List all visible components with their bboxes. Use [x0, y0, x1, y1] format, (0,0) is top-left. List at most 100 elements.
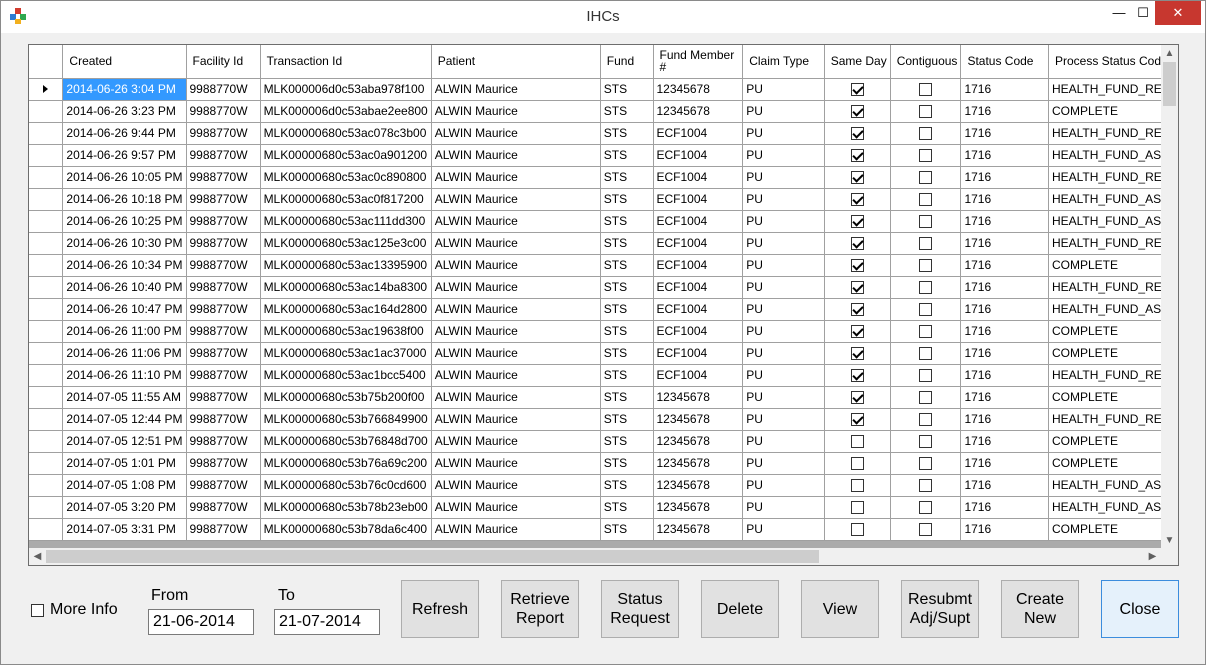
cell-process-status-code[interactable]: HEALTH_FUND_ASS [1048, 298, 1178, 321]
cell-same-day[interactable] [824, 342, 891, 365]
same-day-checkbox[interactable] [850, 501, 864, 515]
contiguous-checkbox[interactable] [919, 215, 933, 229]
cell-patient[interactable]: ALWIN Maurice [431, 518, 601, 541]
cell-contiguous[interactable] [890, 276, 962, 299]
cell-same-day[interactable] [824, 408, 891, 431]
contiguous-checkbox[interactable] [919, 281, 933, 295]
contiguous-checkbox[interactable] [919, 83, 933, 97]
same-day-checkbox[interactable] [850, 281, 864, 295]
cell-created[interactable]: 2014-06-26 10:25 PM [62, 210, 187, 233]
contiguous-checkbox[interactable] [919, 501, 933, 515]
same-day-checkbox[interactable] [850, 237, 864, 251]
more-info-checkbox-box[interactable] [31, 603, 44, 617]
cell-patient[interactable]: ALWIN Maurice [431, 144, 601, 167]
cell-status-code[interactable]: 1716 [960, 144, 1049, 167]
resubmit-adj-supt-button[interactable]: Resubmt Adj/Supt [901, 580, 979, 638]
row-header[interactable] [29, 276, 64, 299]
cell-patient[interactable]: ALWIN Maurice [431, 232, 601, 255]
column-header-fund[interactable]: Fund [600, 45, 654, 79]
column-header-facility-id[interactable]: Facility Id [186, 45, 261, 79]
cell-facility-id[interactable]: 9988770W [186, 364, 261, 387]
cell-fund-member[interactable]: 12345678 [653, 408, 744, 431]
cell-contiguous[interactable] [890, 452, 962, 475]
more-info-checkbox[interactable]: More Info [31, 601, 118, 619]
cell-fund-member[interactable]: ECF1004 [653, 342, 744, 365]
table-row[interactable]: 2014-06-26 11:00 PM 9988770W MLK00000680c5… [29, 320, 1178, 343]
cell-claim-type[interactable]: PU [742, 298, 825, 321]
cell-contiguous[interactable] [890, 232, 962, 255]
contiguous-checkbox[interactable] [919, 523, 933, 537]
cell-fund[interactable]: STS [600, 254, 654, 277]
cell-patient[interactable]: ALWIN Maurice [431, 166, 601, 189]
create-new-button[interactable]: Create New [1001, 580, 1079, 638]
cell-fund-member[interactable]: ECF1004 [653, 188, 744, 211]
cell-fund-member[interactable]: ECF1004 [653, 298, 744, 321]
cell-contiguous[interactable] [890, 386, 962, 409]
cell-same-day[interactable] [824, 452, 891, 475]
same-day-checkbox[interactable] [850, 325, 864, 339]
cell-created[interactable]: 2014-06-26 3:04 PM [62, 78, 187, 101]
cell-facility-id[interactable]: 9988770W [186, 496, 261, 519]
cell-same-day[interactable] [824, 276, 891, 299]
cell-fund[interactable]: STS [600, 452, 654, 475]
cell-patient[interactable]: ALWIN Maurice [431, 100, 601, 123]
horizontal-scroll-thumb[interactable] [46, 550, 819, 563]
contiguous-checkbox[interactable] [919, 171, 933, 185]
cell-fund[interactable]: STS [600, 518, 654, 541]
row-header[interactable] [29, 100, 64, 123]
cell-process-status-code[interactable]: HEALTH_FUND_ASS [1048, 474, 1178, 497]
same-day-checkbox[interactable] [850, 303, 864, 317]
cell-transaction-id[interactable]: MLK000006d0c53aba978f100 [260, 78, 432, 101]
cell-created[interactable]: 2014-07-05 3:31 PM [62, 518, 187, 541]
contiguous-checkbox[interactable] [919, 347, 933, 361]
cell-fund-member[interactable]: 12345678 [653, 452, 744, 475]
column-header-same-day[interactable]: Same Day [824, 45, 891, 79]
cell-claim-type[interactable]: PU [742, 188, 825, 211]
scroll-up-arrow-icon[interactable]: ▲ [1161, 45, 1178, 62]
table-row[interactable]: 2014-06-26 10:40 PM 9988770W MLK00000680c5… [29, 276, 1178, 299]
cell-same-day[interactable] [824, 144, 891, 167]
table-row[interactable]: 2014-06-26 10:47 PM 9988770W MLK00000680c5… [29, 298, 1178, 321]
cell-process-status-code[interactable]: HEALTH_FUND_REJ [1048, 276, 1178, 299]
cell-process-status-code[interactable]: HEALTH_FUND_REJ [1048, 122, 1178, 145]
row-header[interactable] [29, 408, 64, 431]
cell-patient[interactable]: ALWIN Maurice [431, 122, 601, 145]
refresh-button[interactable]: Refresh [401, 580, 479, 638]
contiguous-checkbox[interactable] [919, 479, 933, 493]
cell-process-status-code[interactable]: HEALTH_FUND_ASS [1048, 144, 1178, 167]
cell-claim-type[interactable]: PU [742, 210, 825, 233]
cell-fund-member[interactable]: ECF1004 [653, 144, 744, 167]
same-day-checkbox[interactable] [850, 83, 864, 97]
cell-fund[interactable]: STS [600, 298, 654, 321]
cell-same-day[interactable] [824, 518, 891, 541]
cell-same-day[interactable] [824, 496, 891, 519]
cell-claim-type[interactable]: PU [742, 518, 825, 541]
row-header[interactable] [29, 320, 64, 343]
cell-claim-type[interactable]: PU [742, 496, 825, 519]
contiguous-checkbox[interactable] [919, 457, 933, 471]
cell-process-status-code[interactable]: HEALTH_FUND_REJ [1048, 166, 1178, 189]
cell-claim-type[interactable]: PU [742, 386, 825, 409]
same-day-checkbox[interactable] [850, 127, 864, 141]
cell-transaction-id[interactable]: MLK00000680c53ac1ac37000 [260, 342, 432, 365]
cell-transaction-id[interactable]: MLK000006d0c53abae2ee800 [260, 100, 432, 123]
cell-process-status-code[interactable]: COMPLETE [1048, 342, 1178, 365]
cell-fund[interactable]: STS [600, 78, 654, 101]
table-row[interactable]: 2014-07-05 12:44 PM 9988770W MLK00000680c5… [29, 408, 1178, 431]
table-row[interactable]: 2014-07-05 3:20 PM 9988770W MLK00000680c53… [29, 496, 1178, 519]
same-day-checkbox[interactable] [850, 193, 864, 207]
table-row[interactable]: 2014-06-26 3:23 PM 9988770W MLK000006d0c53… [29, 100, 1178, 123]
cell-facility-id[interactable]: 9988770W [186, 188, 261, 211]
cell-fund[interactable]: STS [600, 386, 654, 409]
maximize-button[interactable]: ☐ [1129, 1, 1157, 25]
cell-fund[interactable]: STS [600, 320, 654, 343]
contiguous-checkbox[interactable] [919, 391, 933, 405]
cell-status-code[interactable]: 1716 [960, 408, 1049, 431]
contiguous-checkbox[interactable] [919, 303, 933, 317]
same-day-checkbox[interactable] [850, 347, 864, 361]
cell-process-status-code[interactable]: HEALTH_FUND_REJ [1048, 364, 1178, 387]
ihc-data-grid[interactable]: Created Facility Id Transaction Id Patie… [28, 44, 1179, 566]
cell-status-code[interactable]: 1716 [960, 430, 1049, 453]
cell-facility-id[interactable]: 9988770W [186, 254, 261, 277]
cell-patient[interactable]: ALWIN Maurice [431, 188, 601, 211]
